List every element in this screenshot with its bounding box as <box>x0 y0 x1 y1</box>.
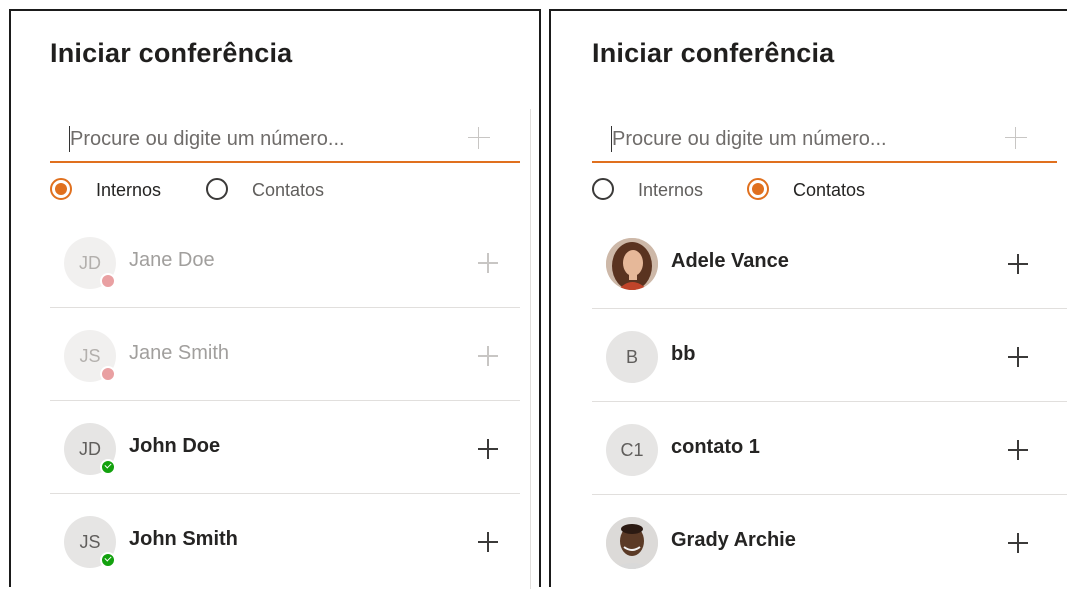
plus-icon[interactable] <box>476 530 500 554</box>
list-item[interactable]: JS John Smith <box>50 494 520 587</box>
avatar: JD <box>64 423 116 475</box>
left-conference-panel: Iniciar conferência Internos Contatos JD… <box>9 9 541 589</box>
avatar: C1 <box>606 424 658 476</box>
radio-selected-icon[interactable] <box>50 178 72 200</box>
contact-name: Grady Archie <box>671 529 796 551</box>
contact-name: John Doe <box>129 435 221 457</box>
search-box[interactable] <box>50 115 520 163</box>
search-input[interactable] <box>612 125 992 153</box>
avatar: JS <box>64 516 116 568</box>
avatar <box>606 238 658 290</box>
person-photo-icon <box>606 517 658 569</box>
list-item[interactable]: JD John Doe <box>50 401 520 494</box>
avatar: B <box>606 331 658 383</box>
radio-selected-icon[interactable] <box>747 178 769 200</box>
contact-name: John Smith <box>129 528 238 550</box>
search-box[interactable] <box>592 115 1057 163</box>
list-item[interactable]: Grady Archie <box>592 495 1067 588</box>
radio-label: Contatos <box>252 180 325 200</box>
avatar: JD <box>64 237 116 289</box>
plus-icon[interactable] <box>1006 345 1030 369</box>
radio-internos[interactable]: Internos <box>50 174 190 208</box>
presence-available-icon <box>100 552 116 568</box>
presence-away-icon <box>100 366 116 382</box>
radio-contatos[interactable]: Contatos <box>206 174 346 208</box>
contact-name: Jane Smith <box>129 342 230 364</box>
radio-label: Internos <box>638 180 704 200</box>
contact-name: Jane Doe <box>129 249 215 271</box>
radio-unselected-icon[interactable] <box>206 178 228 200</box>
presence-away-icon <box>100 273 116 289</box>
right-conference-panel: Iniciar conferência Internos Contatos <box>549 9 1067 587</box>
avatar: JS <box>64 330 116 382</box>
radio-internos[interactable]: Internos <box>592 174 732 208</box>
radio-label: Internos <box>96 180 162 200</box>
plus-icon[interactable] <box>1006 438 1030 462</box>
list-item[interactable]: JD Jane Doe <box>50 215 520 308</box>
radio-unselected-icon[interactable] <box>592 178 614 200</box>
presence-available-icon <box>100 459 116 475</box>
plus-icon[interactable] <box>476 251 500 275</box>
avatar-initials: C1 <box>620 440 644 460</box>
scroll-divider <box>530 109 531 589</box>
list-item[interactable]: Adele Vance <box>592 216 1067 309</box>
plus-icon[interactable] <box>1006 531 1030 555</box>
contact-name: contato 1 <box>671 436 760 458</box>
plus-icon[interactable] <box>1005 127 1027 149</box>
list-item[interactable]: JS Jane Smith <box>50 308 520 401</box>
list-item[interactable]: B bb <box>592 309 1067 402</box>
plus-icon[interactable] <box>476 437 500 461</box>
panel-title: Iniciar conferência <box>592 38 835 68</box>
person-photo-icon <box>606 238 658 290</box>
radio-label: Contatos <box>793 180 866 200</box>
panel-title: Iniciar conferência <box>50 38 293 68</box>
plus-icon[interactable] <box>468 127 490 149</box>
contact-name: bb <box>671 343 696 365</box>
plus-icon[interactable] <box>1006 252 1030 276</box>
avatar <box>606 517 658 569</box>
list-item[interactable]: C1 contato 1 <box>592 402 1067 495</box>
contact-name: Adele Vance <box>671 250 789 272</box>
radio-contatos[interactable]: Contatos <box>747 174 887 208</box>
plus-icon[interactable] <box>476 344 500 368</box>
avatar-initials: B <box>625 347 638 367</box>
search-input[interactable] <box>70 125 450 153</box>
